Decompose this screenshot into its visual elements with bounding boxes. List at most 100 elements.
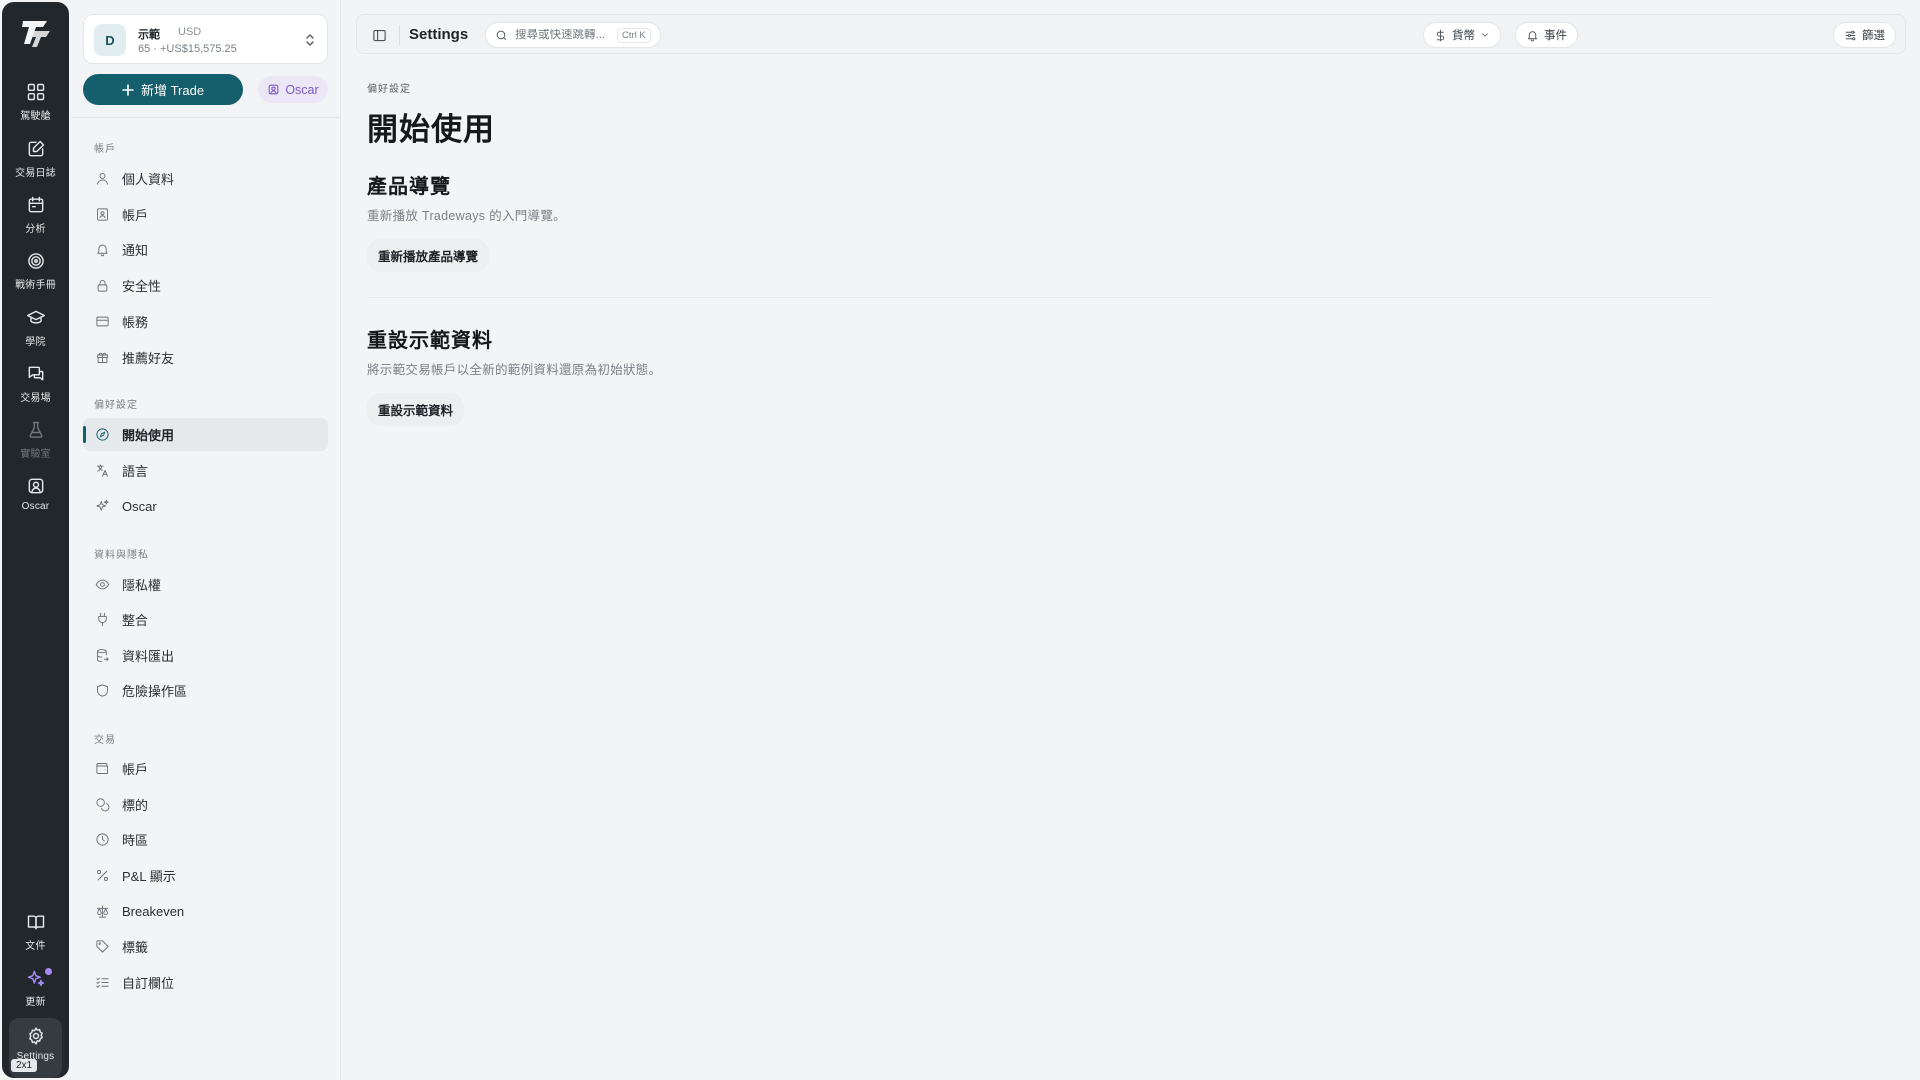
active-indicator: [83, 426, 86, 443]
rail-label: 交易場: [20, 393, 51, 404]
rail-item-analytics[interactable]: 分析: [2, 195, 69, 247]
sidebar-item-getting-started[interactable]: 開始使用: [83, 418, 328, 451]
lock-icon: [97, 280, 108, 292]
sidebar-item-billing[interactable]: 帳務: [83, 305, 328, 338]
shortcut-badge: 2x1: [11, 1059, 38, 1072]
calendar-icon: [28, 196, 43, 213]
sidebar-item-label: 危險操作區: [122, 684, 188, 699]
sidebar-item-label: 資料匯出: [122, 649, 175, 664]
compass-icon: [96, 428, 109, 441]
toggle-sidebar-button[interactable]: [367, 23, 391, 47]
top-bar: Settings Ctrl K 貨幣 事件 篩選: [356, 14, 1906, 54]
search-shortcut: Ctrl K: [617, 27, 651, 43]
rail-item-docs[interactable]: 文件: [2, 912, 69, 964]
rail-item-cockpit[interactable]: 駕駛艙: [2, 82, 69, 134]
sidebar-item-oscar[interactable]: Oscar: [83, 490, 328, 523]
sidebar-item-label: 安全性: [122, 279, 162, 294]
user-icon: [97, 173, 108, 185]
new-trade-label: 新增 Trade: [140, 83, 205, 98]
icon-rail: 駕駛艙 交易日誌 分析 戰術手冊 學院 交易場 實驗室 Oscar 文件 更新 …: [2, 2, 69, 1078]
rail-label: 分析: [25, 224, 46, 235]
sidebar-item-account[interactable]: 帳戶: [83, 198, 328, 231]
sparkles-icon: [96, 499, 109, 511]
search-icon: [496, 30, 507, 40]
tag-icon: [96, 940, 109, 953]
sidebar-item-trading-accounts[interactable]: 帳戶: [83, 752, 328, 785]
rail-label: Oscar: [21, 501, 50, 512]
breadcrumb: 偏好設定: [367, 84, 411, 95]
rail-item-academy[interactable]: 學院: [2, 308, 69, 360]
account-balance: 65 · +US$15,575.25: [138, 43, 237, 55]
rail-label: 實驗室: [20, 449, 51, 460]
sidebar-item-label: 標籤: [122, 940, 149, 955]
account-currency: USD: [178, 26, 202, 38]
oscar-button[interactable]: Oscar: [258, 76, 328, 103]
sidebar-item-symbols[interactable]: 標的: [83, 788, 328, 821]
translate-icon: [97, 464, 108, 477]
filter-button[interactable]: 篩選: [1833, 22, 1896, 48]
replay-tour-button[interactable]: 重新播放產品導覽: [367, 239, 490, 272]
dollar-icon: [1436, 29, 1445, 41]
rail-item-updates[interactable]: 更新: [2, 968, 69, 1020]
sidebar-item-custom-fields[interactable]: 自訂欄位: [83, 966, 328, 999]
account-name: 示範: [138, 29, 160, 41]
bell-icon: [97, 244, 108, 257]
sidebar-item-profile[interactable]: 個人資料: [83, 162, 328, 195]
search-box[interactable]: Ctrl K: [485, 22, 661, 48]
sidebar-item-label: 帳務: [122, 315, 149, 330]
tradeways-logo[interactable]: [2, 16, 69, 56]
new-trade-button[interactable]: 新增 Trade: [83, 74, 243, 105]
section-heading: 開始使用: [367, 112, 495, 147]
reset-demo-description: 將示範交易帳戶以全新的範例資料還原為初始狀態。: [367, 363, 662, 377]
rail-item-oscar[interactable]: Oscar: [2, 476, 69, 528]
sidebar-item-label: 時區: [122, 833, 149, 848]
rail-label: 更新: [25, 997, 46, 1008]
sidebar-item-label: 開始使用: [122, 428, 175, 443]
sidebar-item-data-export[interactable]: 資料匯出: [83, 639, 328, 672]
chevron-up-down-icon: [306, 34, 314, 46]
journal-edit-icon: [28, 140, 44, 157]
sidebar-item-label: Breakeven: [122, 904, 185, 919]
sidebar-item-pnl-display[interactable]: P&L 顯示: [83, 859, 328, 892]
search-input[interactable]: [515, 29, 615, 41]
chevron-down-icon: [1482, 33, 1488, 37]
rail-item-lab[interactable]: 實驗室: [2, 420, 69, 472]
target-icon: [27, 253, 44, 269]
clock-icon: [96, 833, 109, 846]
sidebar-item-danger-zone[interactable]: 危險操作區: [83, 674, 328, 707]
sidebar-item-language[interactable]: 語言: [83, 454, 328, 487]
reset-demo-heading: 重設示範資料: [367, 330, 493, 352]
app-root: 駕駛艙 交易日誌 分析 戰術手冊 學院 交易場 實驗室 Oscar 文件 更新 …: [0, 0, 1920, 1080]
currency-button[interactable]: 貨幣: [1423, 22, 1501, 48]
plug-icon: [98, 612, 107, 627]
flask-icon: [28, 421, 43, 438]
product-tour-description: 重新播放 Tradeways 的入門導覽。: [367, 209, 566, 223]
sidebar-item-breakeven[interactable]: Breakeven: [83, 895, 328, 928]
sidebar-item-security[interactable]: 安全性: [83, 269, 328, 302]
reset-demo-section: 重設示範資料 將示範交易帳戶以全新的範例資料還原為初始狀態。 重設示範資料: [367, 324, 1712, 426]
credit-card-icon: [96, 316, 109, 327]
events-button[interactable]: 事件: [1515, 22, 1578, 48]
sidebar-item-timezone[interactable]: 時區: [83, 823, 328, 856]
reset-demo-button[interactable]: 重設示範資料: [367, 393, 465, 426]
sidebar-item-referral[interactable]: 推薦好友: [83, 341, 328, 374]
filter-label: 篩選: [1862, 30, 1885, 42]
sidebar-item-notifications[interactable]: 通知: [83, 233, 328, 266]
page-title: Settings: [409, 26, 469, 43]
rail-item-journal[interactable]: 交易日誌: [2, 139, 69, 191]
rail-item-playbook[interactable]: 戰術手冊: [2, 251, 69, 303]
sidebar-item-label: 個人資料: [122, 172, 175, 187]
account-switcher[interactable]: D 示範 USD 65 · +US$15,575.25: [83, 14, 328, 64]
database-export-icon: [97, 649, 109, 662]
events-label: 事件: [1544, 30, 1567, 42]
sidebar-item-privacy[interactable]: 隱私權: [83, 568, 328, 601]
sidebar-item-label: 帳戶: [122, 762, 149, 777]
sidebar-item-label: 帳戶: [122, 208, 149, 223]
sidebar-item-tags[interactable]: 標籤: [83, 930, 328, 963]
sidebar-item-label: 推薦好友: [122, 351, 175, 366]
rail-item-trading-floor[interactable]: 交易場: [2, 364, 69, 416]
gear-icon: [28, 1027, 43, 1045]
account-avatar: D: [94, 24, 126, 56]
sidebar-item-integrations[interactable]: 整合: [83, 603, 328, 636]
sidebar-item-label: P&L 顯示: [122, 869, 176, 884]
